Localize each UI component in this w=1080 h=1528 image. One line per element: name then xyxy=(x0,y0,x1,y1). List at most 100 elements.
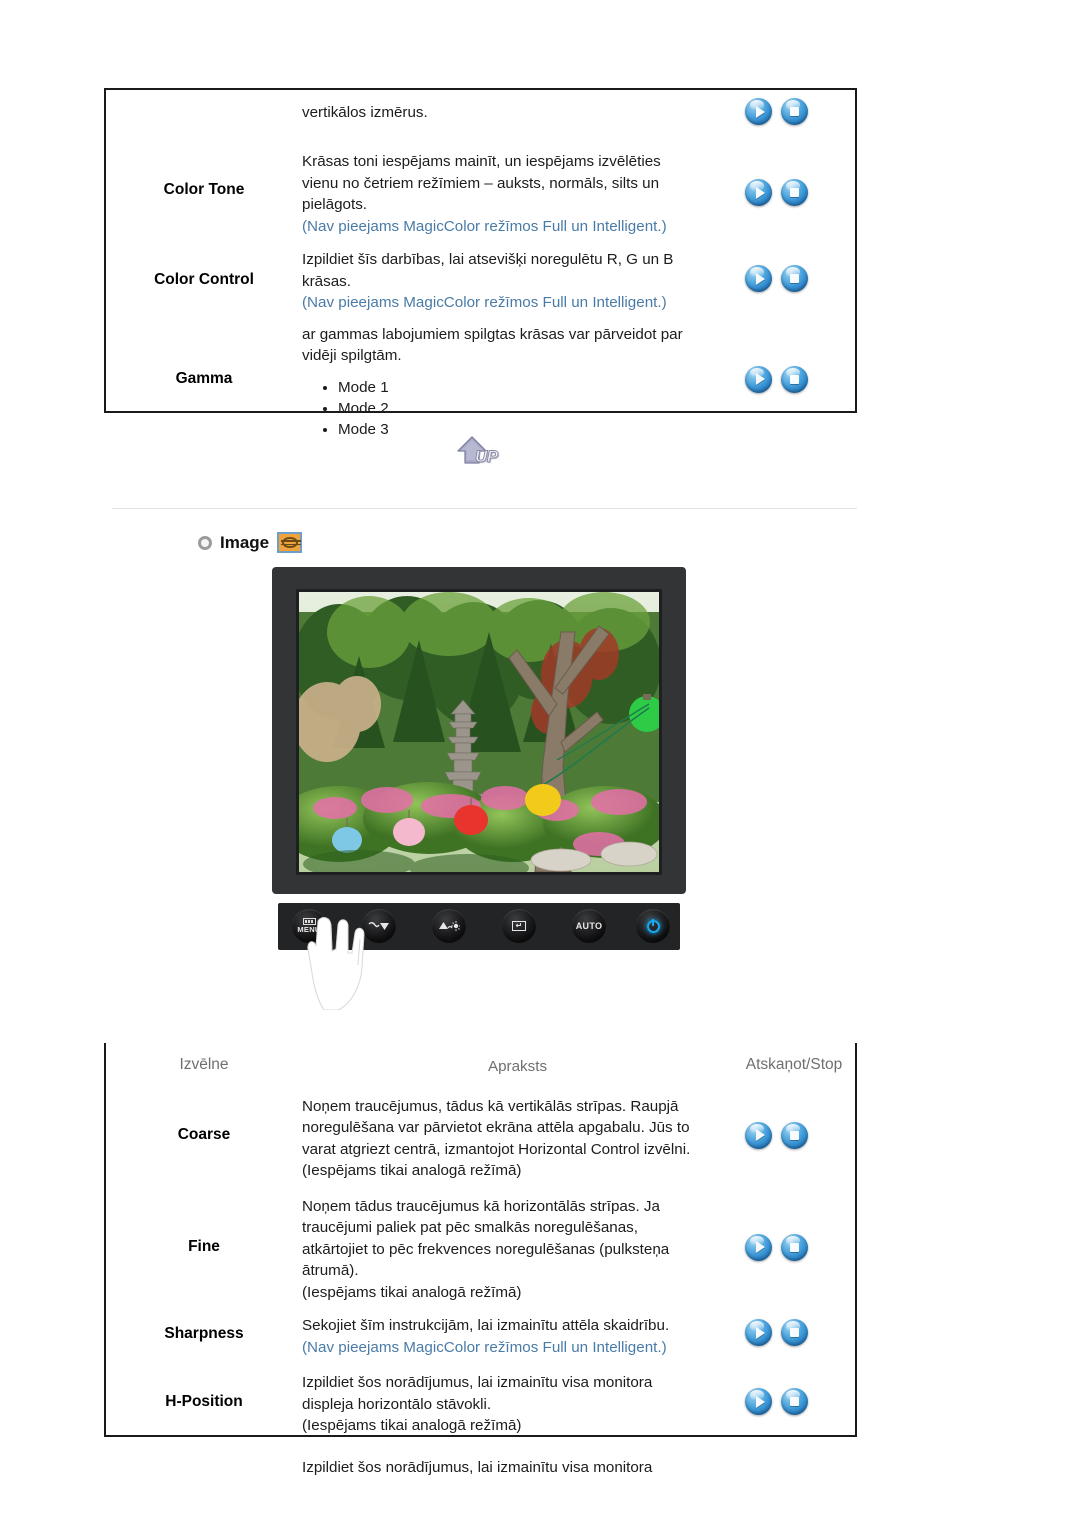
desc-line: vienu no četriem režīmiem – auksts, norm… xyxy=(302,174,660,192)
stop-button[interactable] xyxy=(781,179,808,206)
stop-button[interactable] xyxy=(781,98,808,125)
table-row: Coarse Noņem traucējumus, tādus kā verti… xyxy=(106,1078,855,1182)
down-arrow-icon xyxy=(368,922,389,930)
row-menu-label: H-Position xyxy=(165,1393,243,1410)
stop-button[interactable] xyxy=(781,1121,808,1149)
enter-button[interactable]: ↵ xyxy=(502,909,536,943)
row-menu-label: Color Tone xyxy=(163,181,245,198)
row-controls xyxy=(733,249,855,292)
desc-line: ar gammas labojumiem spilgtas krāsas var… xyxy=(302,325,683,343)
color-settings-table: vertikālos izmērus. Color Tone Krāsas to… xyxy=(104,88,857,438)
column-header-description: Apraksts xyxy=(487,1058,548,1075)
desc-line: vidēji spilgtām. xyxy=(302,347,402,364)
monitor-screen xyxy=(299,592,659,872)
page-title: Image xyxy=(220,532,270,552)
desc-line: Noņem traucējumus, tādus kā vertikālās s… xyxy=(302,1097,679,1115)
desc-line: Krāsas toni iespējams mainīt, un iespēja… xyxy=(302,153,661,170)
desc-line: (Iespējams tikai analogā režīmā) xyxy=(302,1417,522,1434)
row-description: Izpildiet šīs darbības, lai atsevišķi no… xyxy=(302,249,733,314)
column-header-controls: Atskaņot/Stop xyxy=(745,1056,843,1073)
row-description: ar gammas labojumiem spilgtas krāsas var… xyxy=(302,324,733,440)
table-row: Gamma ar gammas labojumiem spilgtas krās… xyxy=(106,314,855,440)
image-settings-table: Izvēlne Apraksts Atskaņot/Stop Coarse No… xyxy=(104,1043,857,1476)
play-button[interactable] xyxy=(745,98,772,125)
row-controls xyxy=(733,1372,855,1415)
play-button[interactable] xyxy=(745,365,772,393)
up-button-label: UP xyxy=(475,447,499,467)
desc-line: pielāgots. xyxy=(302,196,368,213)
desc-line: (Iespējams tikai analogā režīmā) xyxy=(302,1162,522,1179)
play-button[interactable] xyxy=(745,265,772,292)
desc-line: Noņem tādus traucējumus kā horizontālās … xyxy=(302,1197,660,1215)
brightness-sun-icon xyxy=(439,921,460,931)
desc-line: displeja horizontālo stāvokli. xyxy=(302,1395,492,1413)
enter-icon: ↵ xyxy=(512,921,526,931)
table-row: vertikālos izmērus. xyxy=(106,90,855,125)
desc-line: Izpildiet šos norādījumus, lai izmainītu… xyxy=(302,1374,653,1391)
row-controls xyxy=(733,98,855,125)
stop-button[interactable] xyxy=(781,365,808,393)
row-description: Izpildiet šos norādījumus, lai izmainītu… xyxy=(302,1372,733,1437)
play-button[interactable] xyxy=(745,1319,772,1346)
auto-text-icon: AUTO xyxy=(575,921,603,931)
table-row: Color Tone Krāsas toni iespējams mainīt,… xyxy=(106,125,855,237)
table-header-row: Izvēlne Apraksts Atskaņot/Stop xyxy=(106,1043,855,1078)
row-menu-label: Color Control xyxy=(154,271,254,288)
desc-line: Sekojiet šīm instrukcijām, lai izmainītu… xyxy=(302,1317,670,1334)
row-menu-label: Gamma xyxy=(175,369,233,387)
stop-button[interactable] xyxy=(781,1319,808,1346)
row-description: Sekojiet šīm instrukcijām, lai izmainītu… xyxy=(302,1315,733,1358)
row-description: vertikālos izmērus. xyxy=(302,102,733,124)
row-controls xyxy=(733,1096,855,1149)
desc-line: (Iespējams tikai analogā režīmā) xyxy=(302,1283,522,1301)
desc-line: Izpildiet šos norādījumus, lai izmainītu… xyxy=(302,1458,653,1476)
desc-line: vertikālos izmērus. xyxy=(302,104,428,121)
power-icon xyxy=(646,918,660,933)
row-description: Noņem tādus traucējumus kā horizontālās … xyxy=(302,1196,733,1304)
play-button[interactable] xyxy=(745,179,772,206)
desc-line: varat atgriezt centrā, izmantojot Horizo… xyxy=(302,1140,691,1158)
monitor-illustration: MENU ↵ AUTO xyxy=(272,567,686,1010)
up-button[interactable]: UP xyxy=(455,432,525,476)
row-controls xyxy=(733,1196,855,1261)
availability-note: (Nav pieejams MagicColor režīmos Full un… xyxy=(302,217,667,235)
list-item: Mode 3 xyxy=(338,419,723,440)
play-button[interactable] xyxy=(745,1388,772,1415)
stop-button[interactable] xyxy=(781,1388,808,1415)
row-menu-label: Sharpness xyxy=(164,1325,244,1342)
play-button[interactable] xyxy=(745,1233,772,1261)
table-row: H-Position Izpildiet šos norādījumus, la… xyxy=(106,1358,855,1437)
row-controls xyxy=(733,324,855,393)
desc-line: noregulēšana var pārvietot ekrāna attēla… xyxy=(302,1119,690,1136)
monitor-control-panel: MENU ↵ AUTO xyxy=(278,903,680,1010)
menu-button[interactable]: MENU xyxy=(292,909,326,943)
brightness-button[interactable] xyxy=(432,909,466,943)
row-controls xyxy=(733,1315,855,1346)
list-item: Mode 2 xyxy=(338,398,723,419)
play-button[interactable] xyxy=(745,1121,772,1149)
power-button[interactable] xyxy=(636,909,670,943)
desc-line: atkārtojiet to pēc frekvences noregulēša… xyxy=(302,1240,670,1258)
table-row: Color Control Izpildiet šīs darbības, la… xyxy=(106,237,855,314)
desc-line: traucējumi paliek pat pēc smalkās noregu… xyxy=(302,1219,638,1236)
section-divider xyxy=(112,508,857,509)
availability-note: (Nav pieejams MagicColor režīmos Full un… xyxy=(302,1338,667,1356)
menu-button-label: MENU xyxy=(297,925,321,934)
gamma-mode-list: Mode 1 Mode 2 Mode 3 xyxy=(302,377,723,440)
row-description: Izpildiet šos norādījumus, lai izmainītu… xyxy=(302,1457,733,1479)
row-menu-label: Fine xyxy=(188,1237,220,1255)
ring-bullet-icon xyxy=(198,535,212,550)
table-row: Fine Noņem tādus traucējumus kā horizont… xyxy=(106,1182,855,1304)
stop-button[interactable] xyxy=(781,265,808,292)
column-header-menu: Izvēlne xyxy=(179,1056,229,1073)
desc-line: krāsas. xyxy=(302,272,351,290)
table-row: Izpildiet šos norādījumus, lai izmainītu… xyxy=(106,1437,855,1479)
row-controls xyxy=(733,151,855,206)
stop-button[interactable] xyxy=(781,1233,808,1261)
list-item: Mode 1 xyxy=(338,377,723,398)
garden-photo xyxy=(299,592,659,872)
row-description: Noņem traucējumus, tādus kā vertikālās s… xyxy=(302,1096,733,1182)
auto-button[interactable]: AUTO xyxy=(572,909,606,943)
table-row: Sharpness Sekojiet šīm instrukcijām, lai… xyxy=(106,1303,855,1358)
down-button[interactable] xyxy=(362,909,396,943)
